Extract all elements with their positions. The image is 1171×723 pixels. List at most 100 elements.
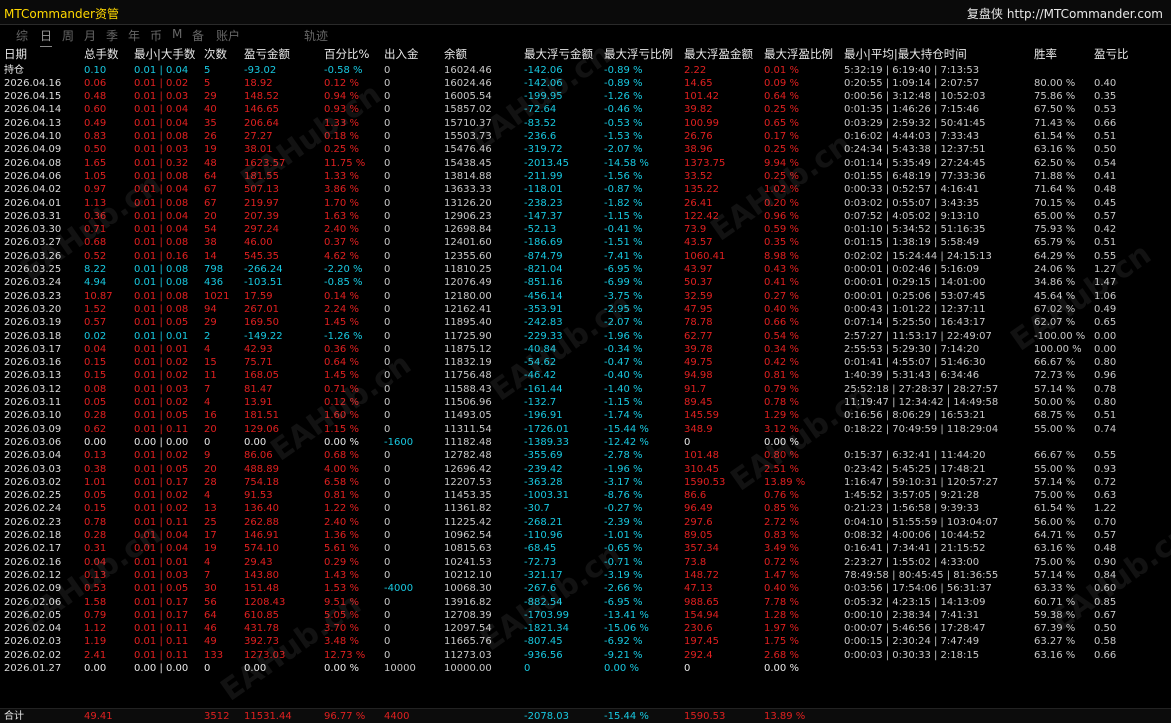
table-row[interactable]: 2026.04.02 0.97 0.01 | 0.04 67 507.13 3.86 % 0… — [0, 183, 1171, 196]
cell-total-lots: 0.68 — [84, 237, 107, 249]
table-row[interactable]: 2026.03.26 0.52 0.01 | 0.16 14 545.35 4.62 % 0… — [0, 250, 1171, 263]
table-row[interactable]: 2026.03.12 0.08 0.01 | 0.03 7 81.47 0.71 % 0 11… — [0, 383, 1171, 396]
table-row[interactable]: 2026.03.18 0.02 0.01 | 0.01 2 -149.22 -1.26 %… — [0, 330, 1171, 343]
table-row[interactable]: 2026.03.31 0.36 0.01 | 0.04 20 207.39 1.63 % 0… — [0, 210, 1171, 223]
header-max-float-loss[interactable]: 最大浮亏金额 — [524, 48, 593, 61]
tab-track[interactable]: 轨迹 — [304, 27, 328, 44]
table-row[interactable]: 2026.03.30 0.71 0.01 | 0.04 54 297.24 2.40 % 0… — [0, 223, 1171, 236]
table-row[interactable]: 2026.03.02 1.01 0.01 | 0.17 28 754.18 6.58 % 0… — [0, 476, 1171, 489]
table-row[interactable]: 2026.03.10 0.28 0.01 | 0.05 16 181.51 1.60 % 0… — [0, 409, 1171, 422]
table-row[interactable]: 2026.02.05 0.79 0.01 | 0.17 64 610.85 5.05 % 0… — [0, 609, 1171, 622]
position-row[interactable]: 持仓 0.10 0.01 | 0.04 5 -93.02 -0.58 % 0 16024.46… — [0, 64, 1171, 77]
table-row[interactable]: 2026.02.24 0.15 0.01 | 0.02 13 136.40 1.22 % 0… — [0, 502, 1171, 515]
table-row[interactable]: 2026.02.23 0.78 0.01 | 0.11 25 262.88 2.40 % 0… — [0, 516, 1171, 529]
cell-pnl: 143.80 — [244, 569, 279, 581]
cell-max-float-loss-pct: -12.42 % — [604, 436, 649, 448]
tab-week[interactable]: 周 — [62, 27, 74, 44]
header-percent[interactable]: 百分比% — [324, 48, 369, 61]
table-row[interactable]: 2026.04.15 0.48 0.01 | 0.03 29 148.52 0.94 % 0… — [0, 90, 1171, 103]
tab-m[interactable]: M — [172, 27, 182, 41]
table-row[interactable]: 2026.03.25 8.22 0.01 | 0.08 798 -266.24 -2.20… — [0, 263, 1171, 276]
cell-pnl: 91.53 — [244, 490, 273, 502]
cell-deposit: 0 — [384, 104, 391, 116]
table-row[interactable]: 2026.02.03 1.19 0.01 | 0.11 49 392.73 3.48 % 0… — [0, 635, 1171, 648]
table-row[interactable]: 2026.03.16 0.15 0.01 | 0.02 15 75.71 0.64 % 0 1… — [0, 356, 1171, 369]
header-win-rate[interactable]: 胜率 — [1034, 48, 1057, 61]
cell-max-float-profit: 39.82 — [684, 104, 713, 116]
table-row[interactable]: 2026.02.02 2.41 0.01 | 0.11 133 1273.03 12.73… — [0, 649, 1171, 662]
header-pnl[interactable]: 盈亏金额 — [244, 48, 290, 61]
table-row[interactable]: 2026.03.11 0.05 0.01 | 0.02 4 13.91 0.12 % 0 11… — [0, 396, 1171, 409]
table-row[interactable]: 2026.04.08 1.65 0.01 | 0.32 48 1623.57 11.75 … — [0, 157, 1171, 170]
table-row[interactable]: 2026.04.14 0.60 0.01 | 0.04 40 146.65 0.93 % 0… — [0, 103, 1171, 116]
table-row[interactable]: 2026.03.13 0.15 0.01 | 0.02 11 168.05 1.45 % 0… — [0, 369, 1171, 382]
tab-currency[interactable]: 币 — [150, 27, 162, 44]
table-row[interactable]: 2026.02.18 0.28 0.01 | 0.04 17 146.91 1.36 % 0… — [0, 529, 1171, 542]
tab-quarter[interactable]: 季 — [106, 27, 118, 44]
cell-percent: 1.15 % — [324, 423, 359, 435]
table-row[interactable]: 2026.04.06 1.05 0.01 | 0.08 64 181.55 1.33 % 0… — [0, 170, 1171, 183]
header-date[interactable]: 日期 — [4, 48, 27, 61]
cell-max-float-profit-pct: 0.80 % — [764, 450, 799, 462]
table-row[interactable]: 2026.02.12 0.13 0.01 | 0.03 7 143.80 1.43 % 0 1… — [0, 569, 1171, 582]
table-row[interactable]: 2026.03.27 0.68 0.01 | 0.08 38 46.00 0.37 % 0 1… — [0, 236, 1171, 249]
cell-pl-ratio: 0.93 — [1094, 463, 1117, 475]
table-row[interactable]: 2026.03.04 0.13 0.01 | 0.02 9 86.06 0.68 % 0 12… — [0, 449, 1171, 462]
table-row[interactable]: 2026.04.13 0.49 0.01 | 0.04 35 206.64 1.33 % 0… — [0, 117, 1171, 130]
cell-date: 2026.02.06 — [4, 596, 62, 608]
cell-max-float-loss-pct: -0.46 % — [604, 104, 643, 116]
table-row[interactable]: 2026.01.27 0.00 0.00 | 0.00 0 0.00 0.00 % 1000… — [0, 662, 1171, 675]
table-row[interactable]: 2026.04.01 1.13 0.01 | 0.08 67 219.97 1.70 % 0… — [0, 197, 1171, 210]
cell-date: 2026.03.17 — [4, 343, 62, 355]
tab-year[interactable]: 年 — [128, 27, 140, 44]
table-row[interactable]: 2026.02.16 0.04 0.01 | 0.01 4 29.43 0.29 % 0 10… — [0, 556, 1171, 569]
table-row[interactable]: 2026.04.16 0.06 0.01 | 0.02 5 18.92 0.12 % 0 16… — [0, 77, 1171, 90]
header-max-float-loss-pct[interactable]: 最大浮亏比例 — [604, 48, 673, 61]
cell-win-rate: 63.16 % — [1034, 649, 1076, 661]
cell-hold-time: 0:16:41 | 7:34:41 | 21:15:52 — [844, 543, 986, 555]
cell-max-float-profit: 135.22 — [684, 184, 719, 196]
header-count[interactable]: 次数 — [204, 48, 227, 61]
cell-count: 4 — [204, 397, 211, 408]
table-row[interactable]: 2026.03.24 4.94 0.01 | 0.08 436 -103.51 -0.85… — [0, 276, 1171, 289]
table-row[interactable]: 2026.04.10 0.83 0.01 | 0.08 26 27.27 0.18 % 0 1… — [0, 130, 1171, 143]
header-total-lots[interactable]: 总手数 — [84, 48, 119, 61]
cell-min-max-lots: 0.01 | 0.17 — [134, 596, 189, 608]
tab-day[interactable]: 日 — [40, 27, 53, 47]
header-min-max-lots[interactable]: 最小|大手数 — [134, 48, 195, 61]
tab-zong[interactable]: 综 — [16, 27, 28, 44]
cell-hold-time: 2:23:27 | 1:55:02 | 4:33:00 — [844, 556, 980, 568]
table-row[interactable]: 2026.02.04 1.12 0.01 | 0.11 46 431.78 3.70 % 0… — [0, 622, 1171, 635]
table-row[interactable]: 2026.03.09 0.62 0.01 | 0.11 20 129.06 1.15 % 0… — [0, 423, 1171, 436]
cell-min-max-lots: 0.01 | 0.16 — [134, 250, 189, 262]
cell-hold-time: 1:16:47 | 59:10:31 | 120:57:27 — [844, 476, 999, 488]
cell-min-max-lots: 0.01 | 0.01 — [134, 556, 189, 568]
tab-note[interactable]: 备 — [192, 27, 204, 44]
cell-pl-ratio: 0.85 — [1094, 596, 1117, 608]
table-row[interactable]: 2026.03.17 0.04 0.01 | 0.01 4 42.93 0.36 % 0 11… — [0, 343, 1171, 356]
tab-month[interactable]: 月 — [84, 27, 96, 44]
table-row[interactable]: 2026.03.03 0.38 0.01 | 0.05 20 488.89 4.00 % 0… — [0, 463, 1171, 476]
header-deposit[interactable]: 出入金 — [384, 48, 419, 61]
table-row[interactable]: 2026.02.25 0.05 0.01 | 0.02 4 91.53 0.81 % 0 11… — [0, 489, 1171, 502]
header-hold-time[interactable]: 最小|平均|最大持仓时间 — [844, 48, 967, 61]
table-row[interactable]: 2026.03.19 0.57 0.01 | 0.05 29 169.50 1.45 % 0… — [0, 316, 1171, 329]
header-balance[interactable]: 余额 — [444, 48, 467, 61]
table-row[interactable]: 2026.02.06 1.58 0.01 | 0.17 56 1208.43 9.51 %… — [0, 596, 1171, 609]
cell-date: 2026.02.02 — [4, 649, 62, 661]
header-max-float-profit[interactable]: 最大浮盈金额 — [684, 48, 753, 61]
header-max-float-profit-pct[interactable]: 最大浮盈比例 — [764, 48, 833, 61]
table-row[interactable]: 2026.02.17 0.31 0.01 | 0.04 19 574.10 5.61 % 0… — [0, 542, 1171, 555]
site-link[interactable]: 复盘侠 http://MTCommander.com — [967, 5, 1163, 22]
cell-max-float-loss: -2013.45 — [524, 157, 569, 169]
cell-percent: 0.25 % — [324, 144, 359, 156]
header-pl-ratio[interactable]: 盈亏比 — [1094, 48, 1129, 61]
table-row[interactable]: 2026.04.09 0.50 0.01 | 0.03 19 38.01 0.25 % 0 1… — [0, 143, 1171, 156]
site-url[interactable]: http://MTCommander.com — [1007, 7, 1163, 21]
tab-account[interactable]: 账户 — [216, 27, 240, 44]
cell-max-float-profit-pct: 0.85 % — [764, 503, 799, 515]
table-row[interactable]: 2026.03.20 1.52 0.01 | 0.08 94 267.01 2.24 % 0… — [0, 303, 1171, 316]
table-row[interactable]: 2026.03.23 10.87 0.01 | 0.08 1021 17.59 0.14 … — [0, 290, 1171, 303]
table-row[interactable]: 2026.02.09 0.53 0.01 | 0.05 30 151.48 1.53 % -… — [0, 582, 1171, 595]
table-row[interactable]: 2026.03.06 0.00 0.00 | 0.00 0 0.00 0.00 % -160… — [0, 436, 1171, 449]
